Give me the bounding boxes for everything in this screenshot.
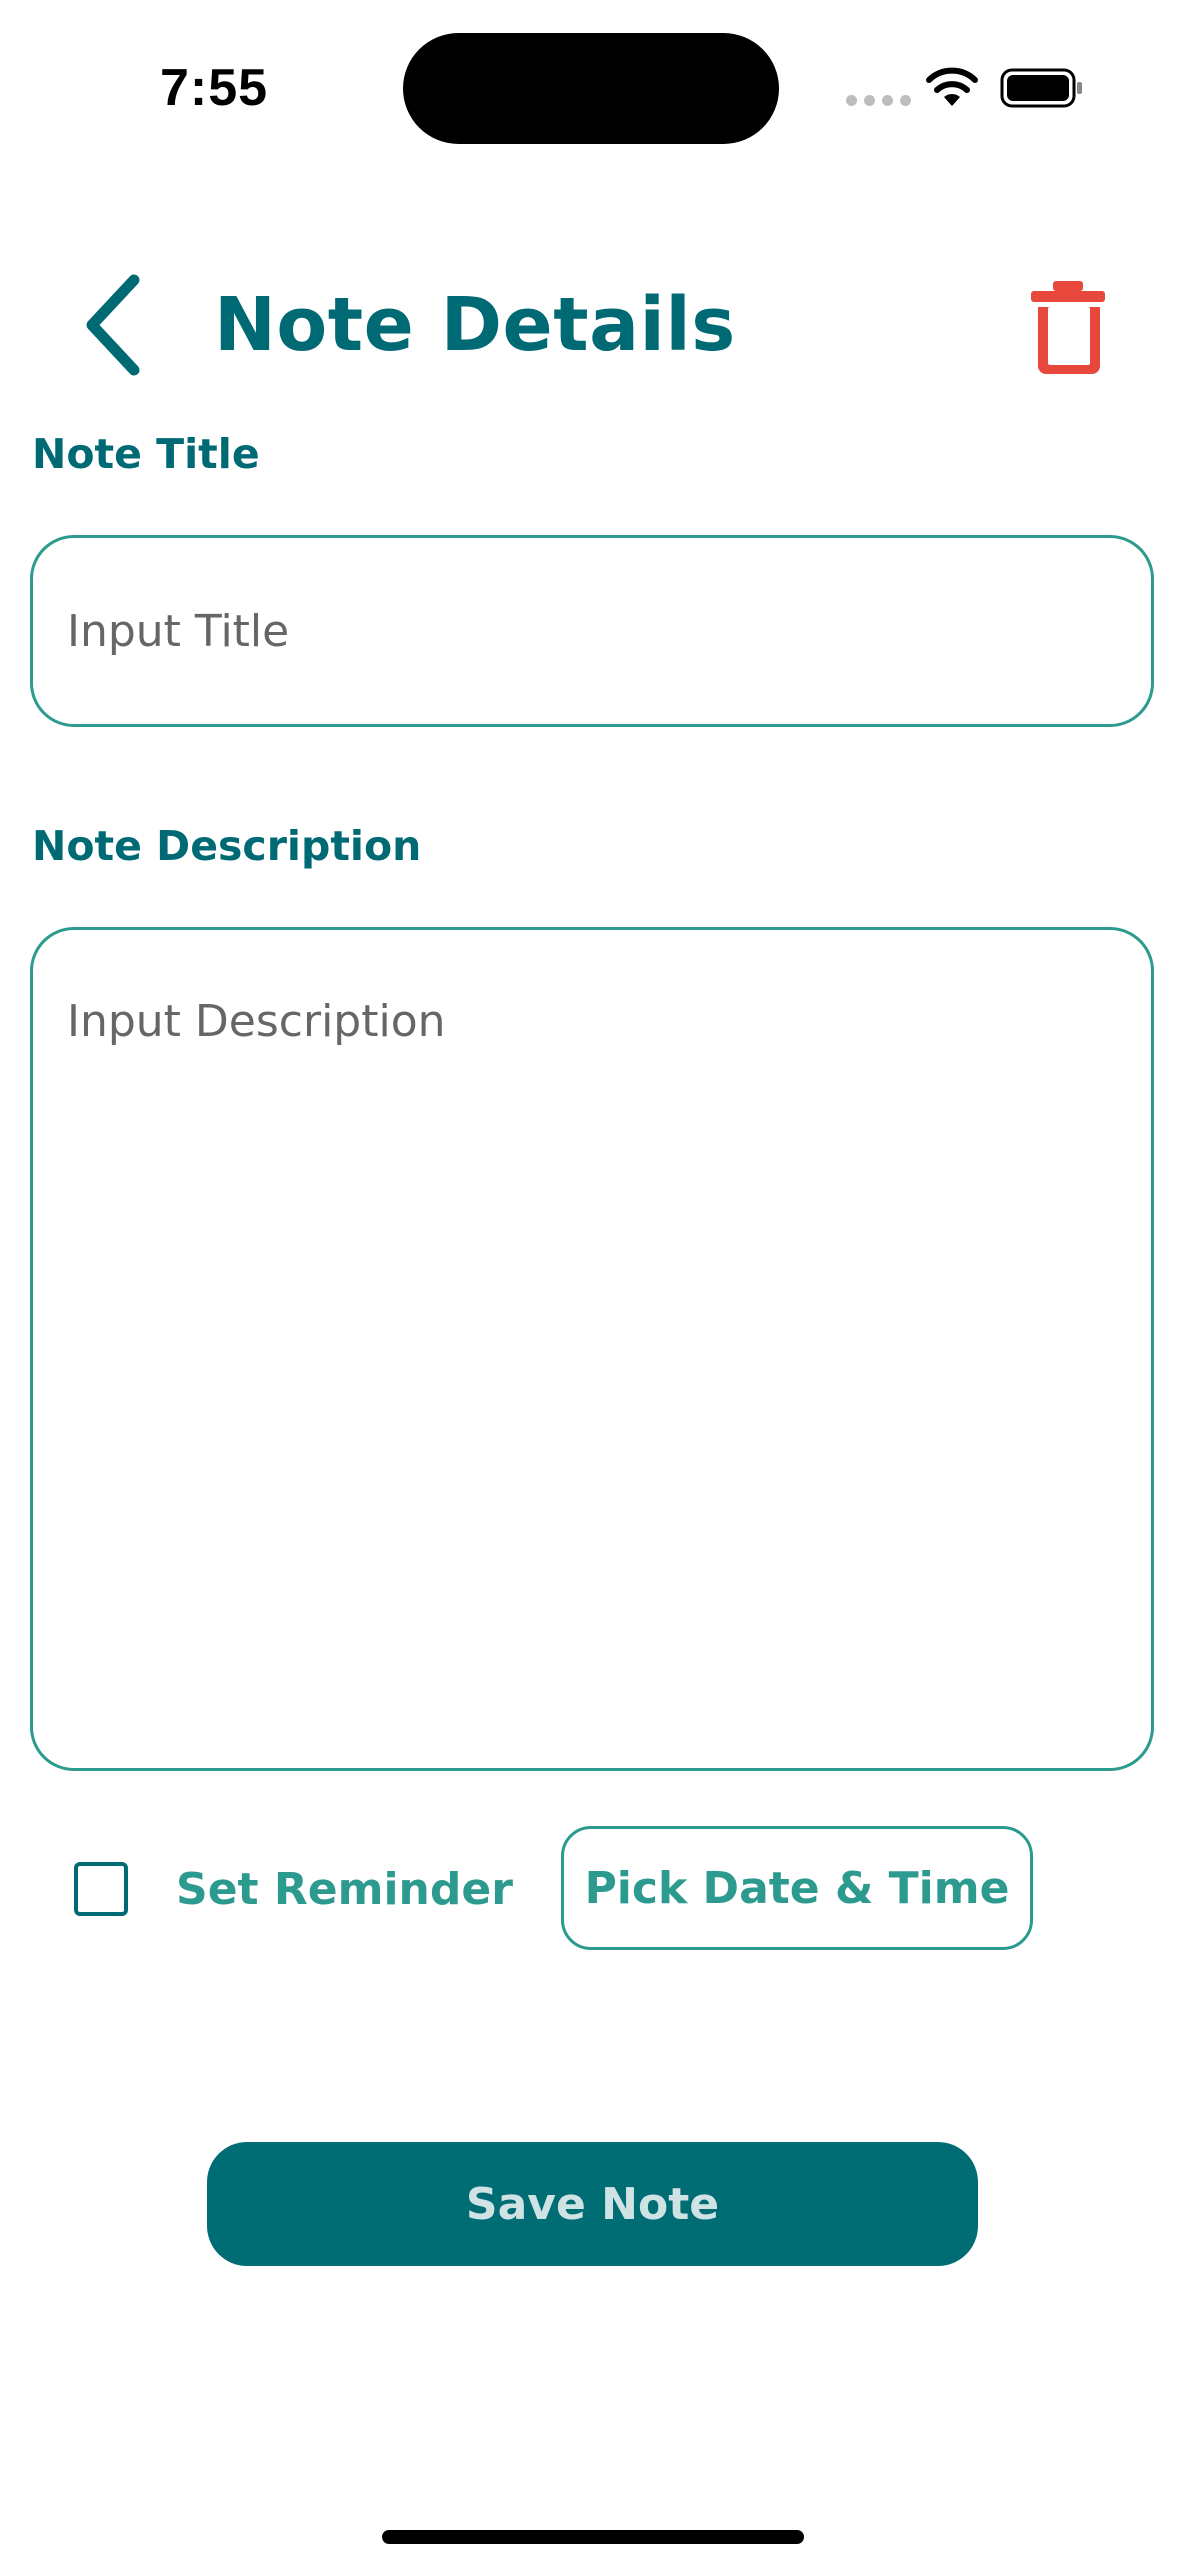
home-indicator	[382, 2530, 804, 2544]
wifi-icon	[926, 67, 978, 106]
back-button[interactable]	[70, 270, 160, 380]
dynamic-island	[403, 33, 779, 144]
note-description-input[interactable]	[30, 927, 1154, 1771]
set-reminder-checkbox[interactable]	[74, 1862, 128, 1916]
cellular-signal-icon	[846, 95, 911, 106]
status-bar-time: 7:55	[160, 59, 269, 117]
note-title-input[interactable]	[30, 535, 1154, 727]
chevron-left-icon	[86, 274, 140, 376]
delete-note-button[interactable]	[1024, 277, 1114, 377]
pick-date-time-button[interactable]: Pick Date & Time	[561, 1826, 1033, 1950]
note-description-label: Note Description	[32, 822, 422, 870]
set-reminder-label: Set Reminder	[176, 1864, 513, 1915]
page-title: Note Details	[214, 282, 736, 368]
battery-icon	[1000, 68, 1082, 108]
save-note-button[interactable]: Save Note	[207, 2142, 978, 2266]
note-title-label: Note Title	[32, 430, 260, 478]
trash-icon	[1031, 281, 1105, 374]
